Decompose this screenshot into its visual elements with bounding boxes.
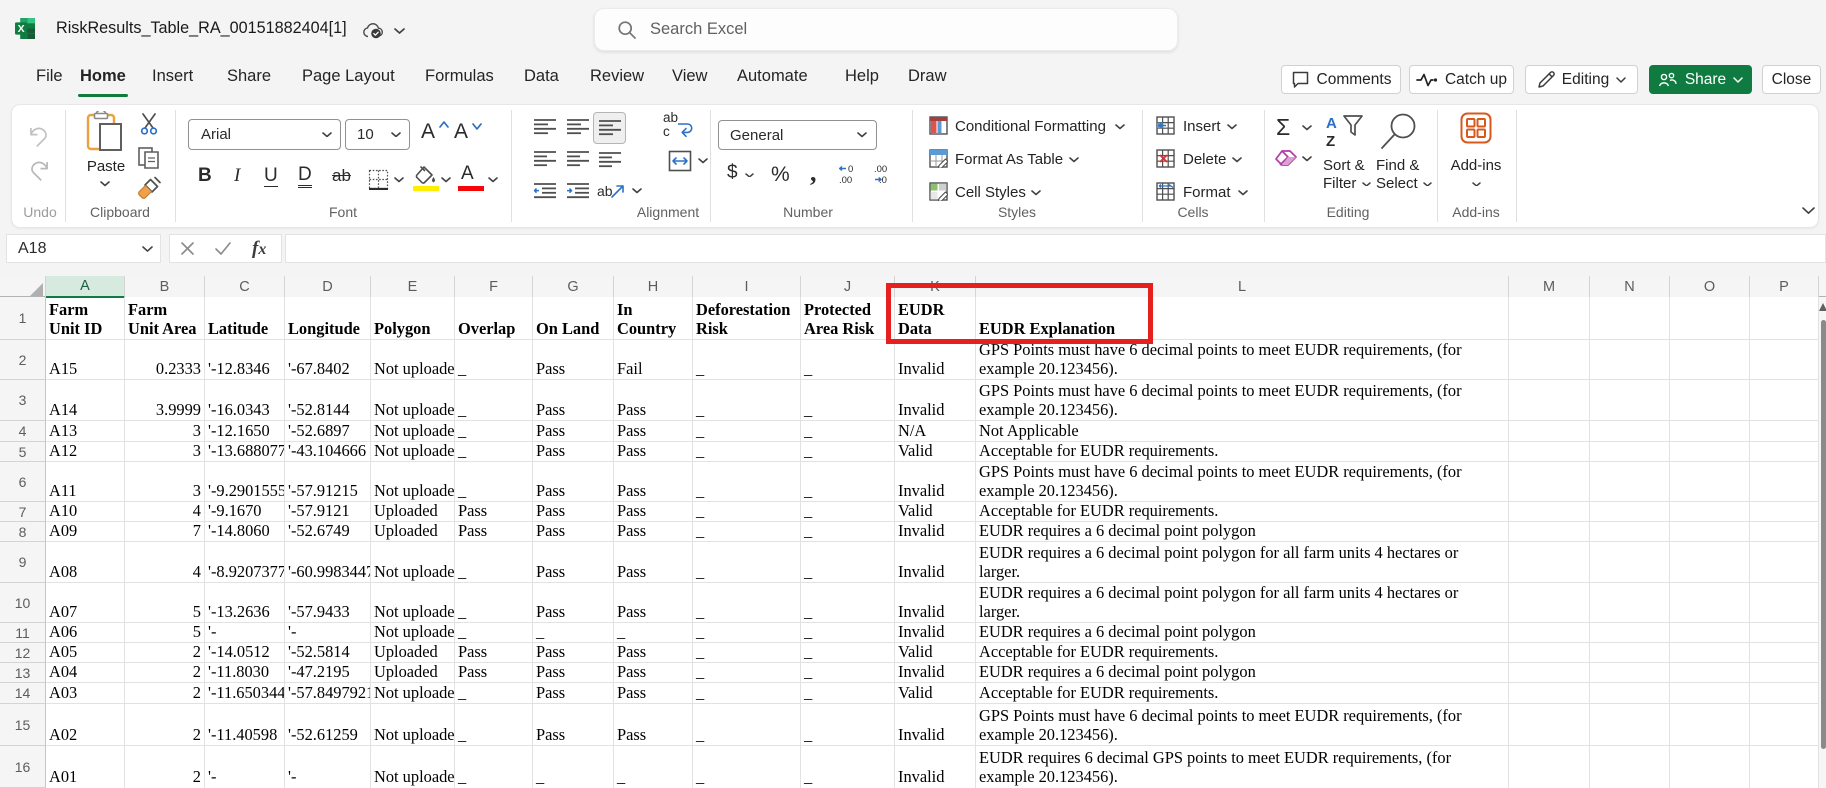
svg-text:X: X — [18, 23, 25, 35]
svg-text:0: 0 — [848, 164, 853, 175]
svg-text:.00: .00 — [874, 164, 887, 175]
svg-text:.00: .00 — [839, 175, 852, 185]
svg-text:A: A — [1326, 115, 1337, 132]
svg-text:Z: Z — [1326, 133, 1335, 150]
